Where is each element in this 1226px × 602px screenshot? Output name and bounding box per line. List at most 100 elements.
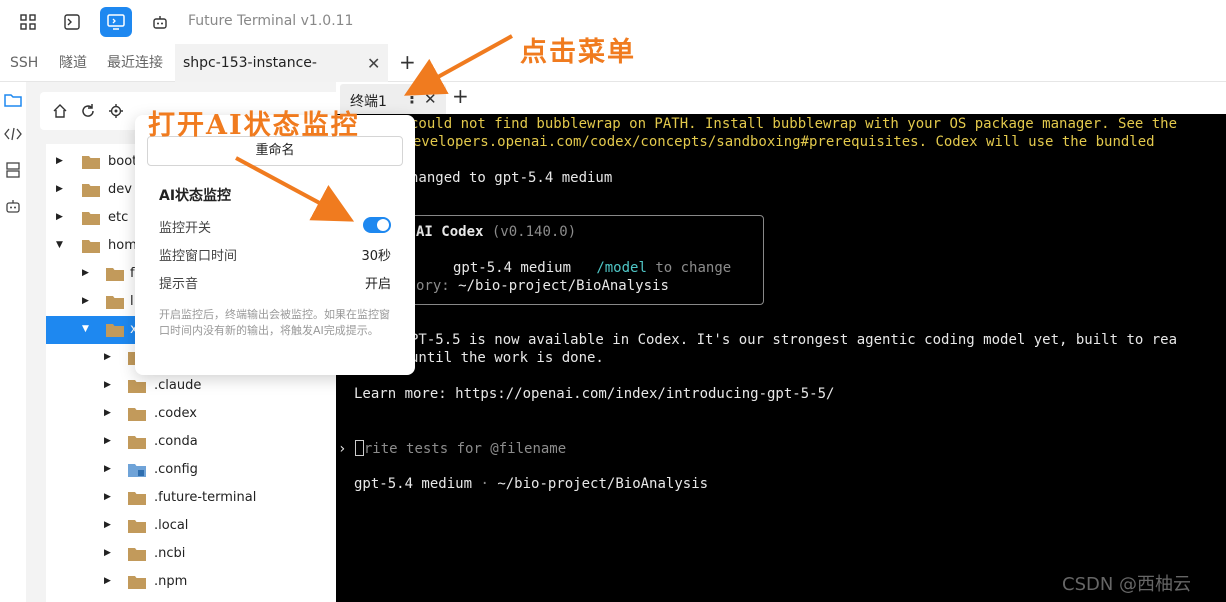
folder-icon (128, 408, 146, 421)
tree-item-label: boot (108, 154, 138, 169)
close-icon[interactable]: ✕ (424, 90, 437, 108)
tree-item[interactable]: ▶ .codex (46, 400, 336, 428)
expand-arrow-icon[interactable]: ▶ (56, 156, 63, 166)
codex-version: (v0.140.0) (491, 224, 577, 240)
window-time-row: 监控窗口时间 30秒 (159, 245, 391, 265)
expand-arrow-icon[interactable]: ▶ (104, 352, 111, 362)
expand-arrow-icon[interactable]: ▶ (104, 408, 111, 418)
window-time-value[interactable]: 30秒 (361, 245, 391, 264)
expand-arrow-icon[interactable]: ▶ (104, 548, 111, 558)
robot-icon[interactable] (144, 7, 176, 37)
app-title: Future Terminal v1.0.11 (188, 13, 354, 29)
tree-item[interactable]: ▶ .local (46, 512, 336, 540)
terminal-line: /developers.openai.com/codex/concepts/sa… (396, 134, 1155, 150)
codex-header: AI Codex (v0.140.0) (416, 224, 576, 240)
collapse-arrow-icon[interactable]: ▼ (56, 240, 63, 250)
terminal-line: hanged to gpt-5.4 medium (410, 170, 613, 186)
folder-icon (82, 212, 100, 225)
expand-arrow-icon[interactable]: ▶ (82, 296, 89, 306)
expand-arrow-icon[interactable]: ▶ (104, 436, 111, 446)
monitor-note: 开启监控后，终端输出会被监控。如果在监控窗口时间内没有新的输出，将触发AI完成提… (159, 308, 390, 337)
tree-item[interactable]: ▶ .conda (46, 428, 336, 456)
refresh-icon[interactable] (78, 101, 98, 121)
sound-label: 提示音 (159, 277, 199, 292)
monitor-icon[interactable] (100, 7, 132, 37)
terminal-line: until the work is done. (410, 350, 604, 366)
expand-arrow-icon[interactable]: ▶ (82, 268, 89, 278)
expand-arrow-icon[interactable]: ▶ (56, 184, 63, 194)
ai-monitor-title: AI状态监控 (159, 188, 232, 204)
tree-item-label: .config (154, 462, 198, 477)
expand-arrow-icon[interactable]: ▶ (104, 520, 111, 530)
monitor-switch-label: 监控开关 (159, 221, 212, 236)
codex-model: gpt-5.4 medium (453, 260, 572, 276)
folder-icon (106, 268, 124, 281)
status-sep: · (480, 476, 489, 492)
expand-arrow-icon[interactable]: ▶ (104, 380, 111, 390)
folder-icon (82, 184, 100, 197)
folder-icon (128, 492, 146, 505)
status-line: gpt-5.4 medium · ~/bio-project/BioAnalys… (354, 476, 708, 492)
tree-item[interactable]: ▶ .config (46, 456, 336, 484)
add-terminal-button[interactable]: + (452, 84, 469, 108)
tree-item[interactable]: ▶ .ncbi (46, 540, 336, 568)
sound-value[interactable]: 开启 (365, 273, 391, 292)
more-menu-icon[interactable]: ⋮ (404, 88, 420, 107)
add-tab-button[interactable]: + (399, 50, 416, 74)
tree-item[interactable]: ▶ .claude (46, 372, 336, 400)
tab-ssh[interactable]: SSH (10, 44, 38, 82)
tab-recent[interactable]: 最近连接 (107, 44, 163, 82)
folder-icon[interactable] (3, 90, 23, 110)
codex-model-cmd: /model (596, 260, 647, 276)
folder-icon (128, 576, 146, 589)
sidebar-rail (0, 82, 26, 602)
codex-model-line: gpt-5.4 medium /model to change (453, 260, 731, 276)
expand-arrow-icon[interactable]: ▶ (104, 464, 111, 474)
folder-icon (128, 548, 146, 561)
tree-item-label: dev (108, 182, 132, 197)
codex-title: AI Codex (416, 224, 484, 240)
terminal-output[interactable]: could not find bubblewrap on PATH. Insta… (336, 114, 1226, 602)
folder-icon (106, 296, 124, 309)
code-icon[interactable] (3, 124, 23, 144)
locate-icon[interactable] (106, 101, 126, 121)
grid-icon[interactable] (12, 7, 44, 37)
tab-session[interactable]: shpc-153-instance-xl1oFzLD (175, 44, 388, 109)
terminal-tabs: 终端1 ⋮ ✕ + (336, 82, 1226, 114)
tree-item-label: l (130, 294, 134, 309)
terminal-window-icon[interactable] (56, 7, 88, 37)
tab-tunnel[interactable]: 隧道 (59, 44, 87, 82)
sound-row: 提示音 开启 (159, 273, 391, 293)
tree-item-label: hom (108, 238, 137, 253)
codex-dir-label: ory: (416, 278, 450, 294)
monitor-toggle[interactable] (363, 217, 391, 233)
codex-dir-line: ory: ~/bio-project/BioAnalysis (416, 278, 669, 294)
tree-item-label: .local (154, 518, 189, 533)
server-icon[interactable] (3, 160, 23, 180)
expand-arrow-icon[interactable]: ▶ (56, 212, 63, 222)
collapse-arrow-icon[interactable]: ▼ (82, 324, 89, 334)
tree-item-label: etc (108, 210, 129, 225)
expand-arrow-icon[interactable]: ▶ (104, 576, 111, 586)
terminal-line: Learn more: https://openai.com/index/int… (354, 386, 835, 402)
watermark: CSDN @西柚云 (1062, 574, 1192, 595)
folder-icon (82, 240, 100, 253)
expand-arrow-icon[interactable]: ▶ (104, 492, 111, 502)
tree-item[interactable]: ▶ .future-terminal (46, 484, 336, 512)
robot-icon[interactable] (3, 196, 23, 216)
codex-dir: ~/bio-project/BioAnalysis (458, 278, 669, 294)
folder-icon (128, 380, 146, 393)
tree-item-label: .ncbi (154, 546, 186, 561)
terminal-line: PT-5.5 is now available in Codex. It's o… (410, 332, 1178, 348)
folder-icon (82, 156, 100, 169)
tree-item[interactable]: ▶ .npm (46, 568, 336, 596)
tree-item-label: .codex (154, 406, 197, 421)
folder-icon (128, 520, 146, 533)
home-icon[interactable] (50, 101, 70, 121)
terminal-tab-menu: 重命名 AI状态监控 监控开关 监控窗口时间 30秒 提示音 开启 开启监控后，… (135, 115, 415, 375)
prompt-line[interactable]: › rite tests for @filename (338, 440, 566, 457)
status-dir: ~/bio-project/BioAnalysis (497, 476, 709, 492)
status-model: gpt-5.4 medium (354, 476, 473, 492)
folder-icon (106, 324, 124, 337)
close-icon[interactable]: ✕ (367, 54, 380, 73)
